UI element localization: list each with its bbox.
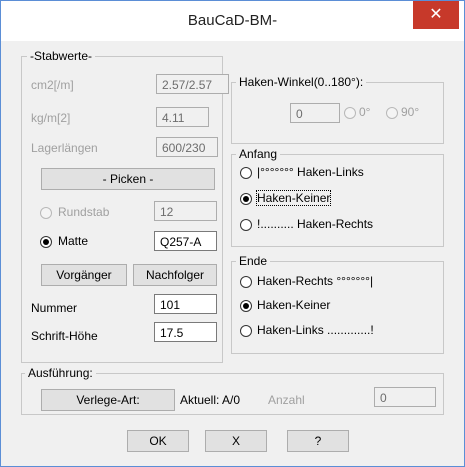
cancel-button[interactable]: X [205,430,267,452]
cm2-field: 2.57/2.57 [156,74,229,94]
dialog-body: -Stabwerte- cm2[/m] 2.57/2.57 kg/m[2] 4.… [13,41,453,456]
nummer-field[interactable]: 101 [154,294,217,314]
ende-title: Ende [236,254,271,268]
rundstab-field: 12 [154,201,217,221]
ende-links-label: Haken-Links .............! [257,323,374,337]
nachfolger-button[interactable]: Nachfolger [133,264,217,286]
rundstab-label: Rundstab [58,205,110,219]
schrift-label: Schrift-Höhe [31,329,98,343]
lager-field: 600/230 [156,137,218,157]
lager-label: Lagerlängen [31,141,98,155]
ausfuehrung-title: Ausführung: [25,366,96,380]
title-bar: BauCaD-BM- ✕ [1,1,464,41]
kgm-label: kg/m[2] [31,111,71,125]
matte-label: Matte [58,234,89,248]
kgm-field: 4.11 [156,107,209,127]
ende-links-radio[interactable] [240,325,252,337]
stabwerte-title: -Stabwerte- [27,49,96,63]
anfang-keiner-radio[interactable] [240,193,252,205]
haken-angle-field: 0 [290,103,340,123]
haken-title: Haken-Winkel(0..180°): [236,75,367,89]
verlege-art-button[interactable]: Verlege-Art: [41,389,175,411]
window-title: BauCaD-BM- [187,12,278,29]
schrift-field[interactable]: 17.5 [154,322,217,342]
ende-keiner-radio[interactable] [240,300,252,312]
rundstab-radio[interactable] [40,207,52,219]
ende-rechts-radio[interactable] [240,276,252,288]
picken-button[interactable]: - Picken - [41,168,215,190]
haken-90-radio[interactable] [386,107,398,119]
anzahl-field: 0 [374,387,436,407]
aktuell-label: Aktuell: A/0 [180,393,241,407]
ende-keiner-label: Haken-Keiner [257,298,331,312]
anfang-links-label: |°°°°°°° Haken-Links [257,165,364,179]
anfang-keiner-label: Haken-Keiner [255,190,332,206]
anfang-rechts-label: !.......... Haken-Rechts [257,217,374,231]
matte-field[interactable]: Q257-A [154,231,217,251]
anfang-links-radio[interactable] [240,167,252,179]
anfang-rechts-radio[interactable] [240,219,252,231]
haken-0-label: 0° [359,105,371,119]
vorgaenger-button[interactable]: Vorgänger [41,264,127,286]
ende-rechts-label: Haken-Rechts °°°°°°°| [257,274,374,288]
anfang-title: Anfang [236,147,281,161]
ok-button[interactable]: OK [127,430,189,452]
anzahl-label: Anzahl [268,393,305,407]
cm2-label: cm2[/m] [31,78,74,92]
haken-0-radio[interactable] [344,107,356,119]
dialog-window: BauCaD-BM- ✕ -Stabwerte- cm2[/m] 2.57/2.… [0,0,465,467]
nummer-label: Nummer [31,301,78,315]
matte-radio[interactable] [40,236,52,248]
help-button[interactable]: ? [287,430,349,452]
haken-90-label: 90° [401,105,420,119]
close-button[interactable]: ✕ [413,1,459,29]
